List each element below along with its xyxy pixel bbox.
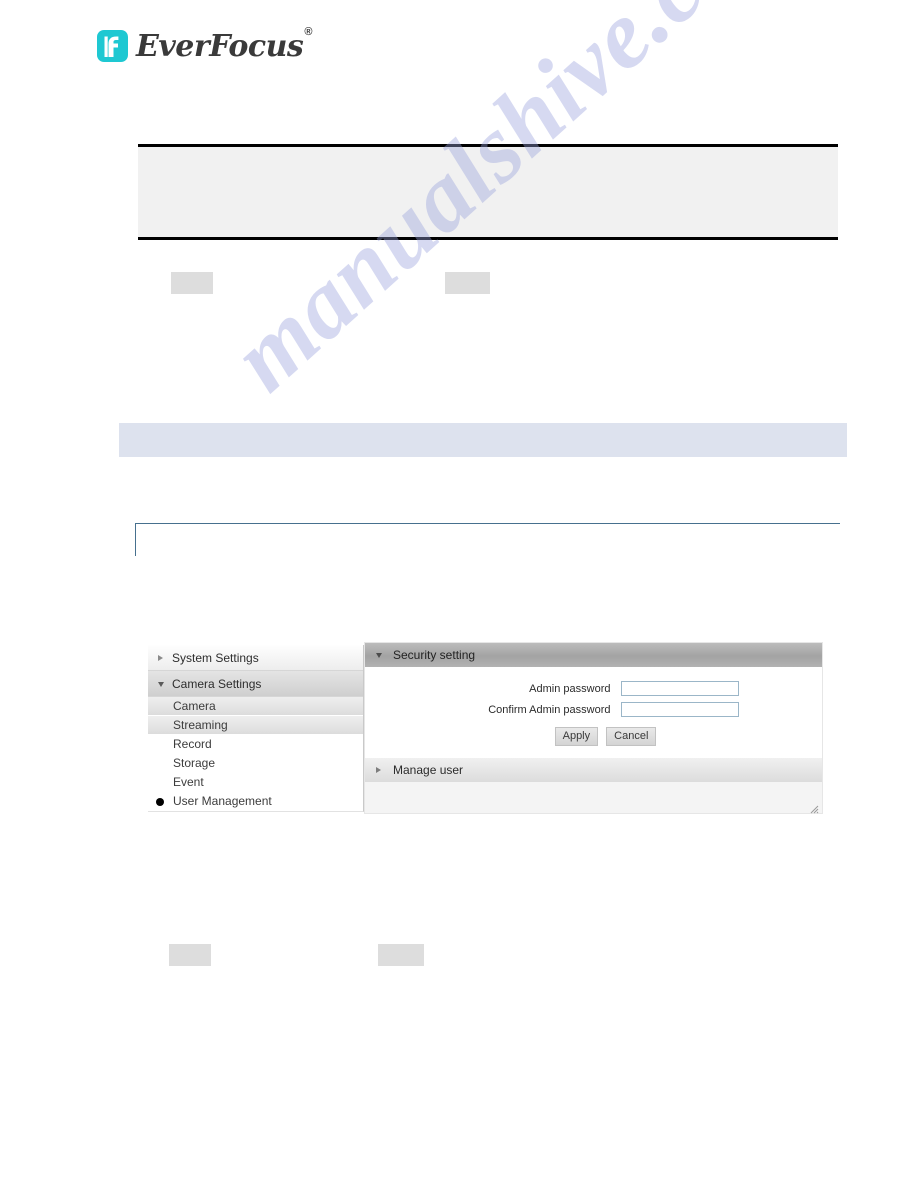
sidebar-group-label: System Settings	[172, 651, 259, 665]
brand-wordmark: EverFocus®	[136, 27, 312, 64]
sidebar-item-camera[interactable]: Camera	[148, 697, 363, 716]
accordion-header-security-setting[interactable]: Security setting	[365, 643, 822, 667]
sidebar-item-event[interactable]: Event	[148, 773, 363, 792]
apply-button[interactable]: Apply	[554, 727, 599, 746]
brand-name: EverFocus	[136, 29, 304, 64]
sidebar-group-system-settings[interactable]: System Settings	[148, 645, 363, 671]
chevron-right-icon	[158, 654, 163, 661]
annotation-bullet-icon	[156, 798, 164, 806]
sidebar-item-label: User Management	[173, 794, 272, 808]
form-row-confirm-admin-password: Confirm Admin password	[365, 702, 822, 717]
form-row-admin-password: Admin password	[365, 681, 822, 696]
sidebar-item-label: Storage	[173, 756, 216, 770]
sidebar-item-label: Record	[173, 737, 212, 751]
placeholder-chip-upper-left	[171, 272, 213, 294]
sidebar-item-label: Event	[173, 775, 204, 789]
registered-trademark-icon: ®	[304, 26, 312, 38]
placeholder-chip-lower-left	[169, 944, 211, 966]
settings-content-panel: Security setting Admin password Confirm …	[364, 642, 823, 814]
cancel-button[interactable]: Cancel	[606, 727, 657, 746]
section-heading-band	[119, 423, 847, 457]
sidebar-item-label: Streaming	[173, 718, 228, 732]
chevron-down-icon	[158, 681, 164, 687]
sidebar-item-user-management[interactable]: User Management	[148, 792, 363, 811]
sidebar-item-record[interactable]: Record	[148, 735, 363, 754]
camera-webui-screenshot: System Settings Camera Settings Camera S…	[140, 642, 823, 814]
confirm-admin-password-label: Confirm Admin password	[488, 703, 611, 716]
placeholder-chip-lower-right	[378, 944, 424, 966]
document-page: EverFocus® System Settings Camera Settin…	[0, 0, 918, 1188]
confirm-admin-password-input[interactable]	[620, 702, 739, 717]
security-setting-actions: Apply Cancel	[365, 727, 822, 746]
brand-header: EverFocus®	[96, 27, 312, 64]
settings-sidebar: System Settings Camera Settings Camera S…	[148, 645, 364, 812]
admin-password-input[interactable]	[620, 681, 739, 696]
accordion-title: Manage user	[393, 763, 464, 777]
sidebar-group-label: Camera Settings	[172, 677, 262, 691]
sidebar-group-camera-settings[interactable]: Camera Settings	[148, 671, 363, 697]
sidebar-item-streaming[interactable]: Streaming	[148, 716, 363, 735]
bordered-callout-block	[135, 523, 840, 556]
security-setting-body: Admin password Confirm Admin password Ap…	[365, 667, 822, 758]
chevron-down-icon	[376, 653, 382, 658]
everfocus-f-logo-icon	[96, 28, 130, 64]
accordion-header-manage-user[interactable]: Manage user	[365, 758, 822, 782]
resize-grip-icon[interactable]	[810, 801, 819, 814]
sidebar-item-storage[interactable]: Storage	[148, 754, 363, 773]
chevron-right-icon	[376, 766, 381, 773]
sidebar-item-label: Camera	[173, 699, 216, 713]
admin-password-label: Admin password	[529, 682, 611, 695]
placeholder-chip-upper-right	[445, 272, 490, 294]
accordion-title: Security setting	[393, 648, 476, 662]
note-box	[138, 144, 838, 240]
